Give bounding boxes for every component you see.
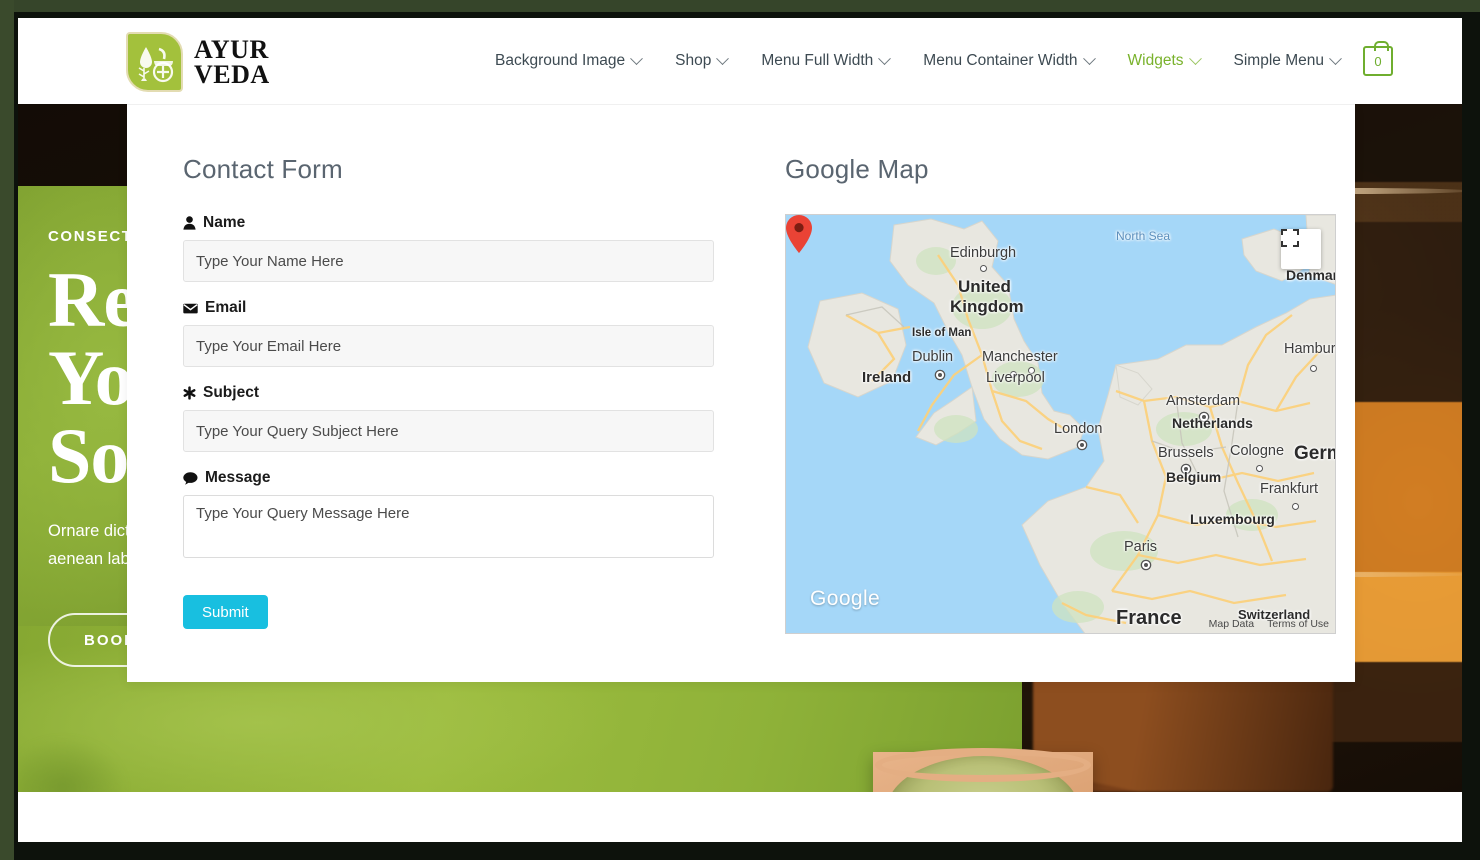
name-input[interactable] [183, 240, 714, 282]
logo-line-1: AYUR [194, 37, 270, 62]
nav-label: Shop [675, 52, 711, 70]
cart-count: 0 [1374, 54, 1381, 69]
city-dot-london [1080, 443, 1084, 447]
chevron-down-icon [1189, 52, 1202, 65]
nav-label: Background Image [495, 52, 625, 70]
map-label-france: France [1116, 607, 1182, 630]
envelope-icon [183, 303, 198, 314]
city-dot-cologne [1256, 465, 1263, 472]
site-logo[interactable]: AYUR VEDA [126, 32, 270, 92]
herb-bowl-rim [875, 748, 1091, 782]
nav-label: Widgets [1128, 52, 1184, 70]
terms-of-use-link[interactable]: Terms of Use [1267, 618, 1329, 630]
chevron-down-icon [716, 52, 729, 65]
google-map-canvas[interactable]: North Sea Edinburgh United Kingdom Isle … [785, 214, 1336, 634]
map-label-germany: Germa [1294, 443, 1336, 465]
map-label-cologne: Cologne [1230, 443, 1284, 459]
chevron-down-icon [630, 52, 643, 65]
screenshot-frame: CONSECTETUR Re Yo So Ornare dictu aenean… [0, 0, 1480, 860]
message-textarea[interactable] [183, 495, 714, 558]
map-data-link[interactable]: Map Data [1209, 618, 1255, 630]
map-label-liverpool: Liverpool [986, 370, 1045, 386]
nav-label: Menu Container Width [923, 52, 1077, 70]
nav-item-background-image[interactable]: Background Image [478, 18, 658, 104]
field-label-email: Email [183, 299, 729, 317]
asterisk-icon [183, 386, 196, 400]
city-dot-paris [1144, 563, 1148, 567]
nav-item-widgets[interactable]: Widgets [1111, 18, 1217, 104]
logo-line-2: VEDA [194, 62, 270, 87]
map-label-amsterdam: Amsterdam [1166, 393, 1240, 409]
leaf-decoration [18, 722, 168, 792]
map-label-kingdom: Kingdom [950, 297, 1024, 317]
site-header: AYUR VEDA Background Image Shop Menu Ful… [18, 18, 1462, 104]
map-label-hamburg: Hamburg [1284, 341, 1336, 357]
field-email: Email [183, 299, 729, 367]
map-label-manchester: Manchester [982, 349, 1058, 365]
nav-item-menu-full-width[interactable]: Menu Full Width [744, 18, 906, 104]
map-label-brussels: Brussels [1158, 445, 1214, 461]
nav-label: Menu Full Width [761, 52, 873, 70]
map-label-isle-of-man: Isle of Man [912, 327, 971, 339]
google-map-title: Google Map [785, 154, 1355, 185]
shopping-cart-icon[interactable]: 0 [1363, 46, 1393, 76]
map-label-netherlands: Netherlands [1172, 415, 1253, 431]
map-label-north-sea: North Sea [1116, 229, 1170, 243]
field-label-text: Message [205, 469, 270, 487]
ayurveda-logo-icon [126, 32, 183, 92]
map-label-frankfurt: Frankfurt [1260, 481, 1318, 497]
chevron-down-icon [878, 52, 891, 65]
fullscreen-button[interactable] [1281, 229, 1321, 269]
map-label-edinburgh: Edinburgh [950, 245, 1016, 261]
field-message: Message [183, 469, 729, 563]
map-label-luxembourg: Luxembourg [1190, 511, 1275, 527]
city-dot-dublin [938, 373, 942, 377]
nav-item-shop[interactable]: Shop [658, 18, 744, 104]
google-map-widget: Google Map [785, 154, 1355, 682]
logo-wordmark: AYUR VEDA [194, 37, 270, 87]
field-name: Name [183, 214, 729, 282]
map-footer-links: Map Data Terms of Use [1209, 618, 1329, 630]
main-navigation: Background Image Shop Menu Full Width Me… [478, 18, 1393, 104]
map-label-paris: Paris [1124, 539, 1157, 555]
map-label-denmark: Denmark [1286, 267, 1336, 283]
field-label-text: Subject [203, 384, 259, 402]
widgets-panel: Contact Form Name [127, 102, 1355, 682]
map-label-united-kingdom: United [958, 277, 1011, 297]
contact-form-widget: Contact Form Name [183, 154, 729, 682]
field-label-text: Name [203, 214, 245, 232]
chevron-down-icon [1329, 52, 1342, 65]
city-dot-frankfurt [1292, 503, 1299, 510]
map-label-ireland: Ireland [862, 369, 911, 386]
map-label-dublin: Dublin [912, 349, 953, 365]
city-dot-edinburgh [980, 265, 987, 272]
comment-icon [183, 472, 198, 485]
nav-item-menu-container-width[interactable]: Menu Container Width [906, 18, 1110, 104]
field-subject: Subject [183, 384, 729, 452]
field-label-name: Name [183, 214, 729, 232]
subject-input[interactable] [183, 410, 714, 452]
map-label-london: London [1054, 421, 1102, 437]
map-label-belgium: Belgium [1166, 469, 1221, 485]
chevron-down-icon [1083, 52, 1096, 65]
contact-form-title: Contact Form [183, 154, 729, 185]
field-label-subject: Subject [183, 384, 729, 402]
user-icon [183, 216, 196, 230]
fullscreen-icon [1281, 229, 1299, 247]
field-label-message: Message [183, 469, 729, 487]
map-pin-icon[interactable] [786, 215, 812, 253]
submit-button[interactable]: Submit [183, 595, 268, 629]
nav-label: Simple Menu [1234, 52, 1324, 70]
google-watermark: Google [810, 587, 880, 611]
browser-viewport: CONSECTETUR Re Yo So Ornare dictu aenean… [18, 18, 1462, 842]
field-label-text: Email [205, 299, 246, 317]
city-dot-hamburg [1310, 365, 1317, 372]
email-input[interactable] [183, 325, 714, 367]
nav-item-simple-menu[interactable]: Simple Menu [1217, 18, 1357, 104]
